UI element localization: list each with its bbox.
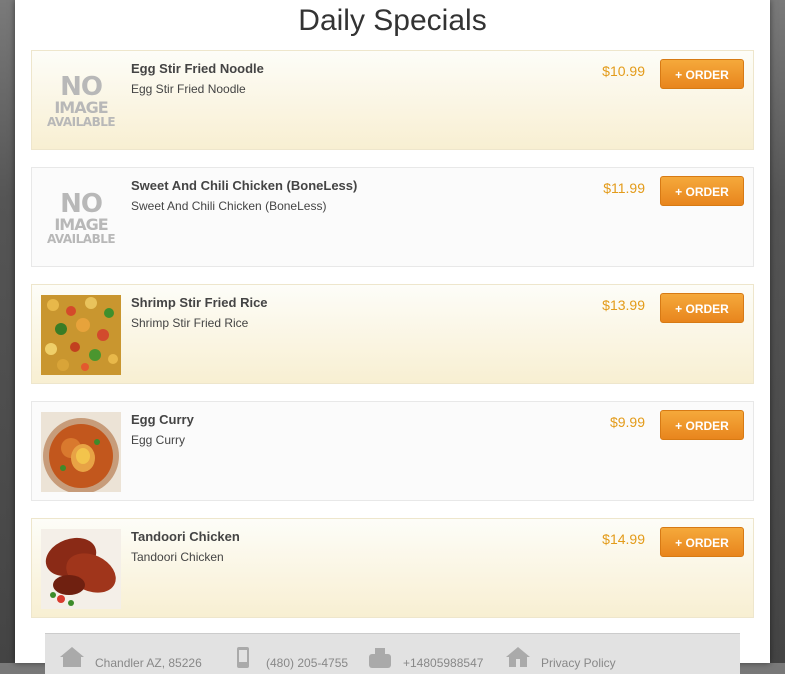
order-button[interactable]: + ORDER <box>660 527 744 557</box>
no-image-placeholder: NO IMAGE AVAILABLE <box>41 61 121 141</box>
menu-item: Tandoori Chicken Tandoori Chicken $14.99… <box>31 518 754 618</box>
footer-phone: (480) 205-4755 <box>230 646 348 670</box>
no-image-text: IMAGE <box>54 215 108 234</box>
item-description: Shrimp Stir Fried Rice <box>131 316 249 330</box>
menu-item: NO IMAGE AVAILABLE Egg Stir Fried Noodle… <box>31 50 754 150</box>
fax-icon <box>369 648 391 668</box>
item-description: Egg Curry <box>131 433 186 447</box>
no-image-placeholder: NO IMAGE AVAILABLE <box>41 178 121 258</box>
item-description: Tandoori Chicken <box>131 550 224 564</box>
item-name[interactable]: Tandoori Chicken <box>131 529 240 544</box>
fax-text: +14805988547 <box>403 656 484 670</box>
phone-text[interactable]: (480) 205-4755 <box>266 656 348 670</box>
curry-photo <box>41 412 121 492</box>
item-price: $11.99 <box>603 180 645 196</box>
no-image-text: NO <box>60 189 103 219</box>
footer-fax: +14805988547 <box>367 646 483 670</box>
curry-image[interactable] <box>41 412 121 492</box>
order-button[interactable]: + ORDER <box>660 410 744 440</box>
house-icon <box>506 647 530 667</box>
menu-item: NO IMAGE AVAILABLE Sweet And Chili Chick… <box>31 167 754 267</box>
item-description: Egg Stir Fried Noodle <box>131 82 246 96</box>
item-price: $14.99 <box>602 531 645 547</box>
order-button[interactable]: + ORDER <box>660 176 744 206</box>
menu-item: Shrimp Stir Fried Rice Shrimp Stir Fried… <box>31 284 754 384</box>
address-text: Chandler AZ, 85226 <box>95 656 202 670</box>
item-name[interactable]: Egg Curry <box>131 412 194 427</box>
order-button[interactable]: + ORDER <box>660 59 744 89</box>
home-icon <box>60 647 84 667</box>
page-container: Daily Specials NO IMAGE AVAILABLE Egg St… <box>15 0 770 674</box>
item-name[interactable]: Shrimp Stir Fried Rice <box>131 295 268 310</box>
order-button[interactable]: + ORDER <box>660 293 744 323</box>
item-price: $13.99 <box>602 297 645 313</box>
footer-address: Chandler AZ, 85226 <box>59 646 202 670</box>
no-image-text: IMAGE <box>54 98 108 117</box>
phone-icon <box>237 647 249 668</box>
item-description: Sweet And Chili Chicken (BoneLess) <box>131 199 327 213</box>
item-price: $9.99 <box>609 414 645 430</box>
no-image-text: AVAILABLE <box>46 232 116 246</box>
tandoori-image[interactable] <box>41 529 121 609</box>
no-image-text: NO <box>60 72 103 102</box>
privacy-policy-link[interactable]: Privacy Policy <box>541 656 616 670</box>
tandoori-photo <box>41 529 121 609</box>
menu-item: Egg Curry Egg Curry $9.99 + ORDER <box>31 401 754 501</box>
item-price: $10.99 <box>602 63 645 79</box>
fried-rice-image[interactable] <box>41 295 121 375</box>
item-name[interactable]: Egg Stir Fried Noodle <box>131 61 264 76</box>
page-title: Daily Specials <box>298 4 487 37</box>
item-name[interactable]: Sweet And Chili Chicken (BoneLess) <box>131 178 357 193</box>
footer-bar: Chandler AZ, 85226 (480) 205-4755 +14805… <box>45 633 740 674</box>
footer-privacy: Privacy Policy <box>505 646 616 670</box>
no-image-text: AVAILABLE <box>46 115 116 129</box>
fried-rice-photo <box>41 295 121 375</box>
